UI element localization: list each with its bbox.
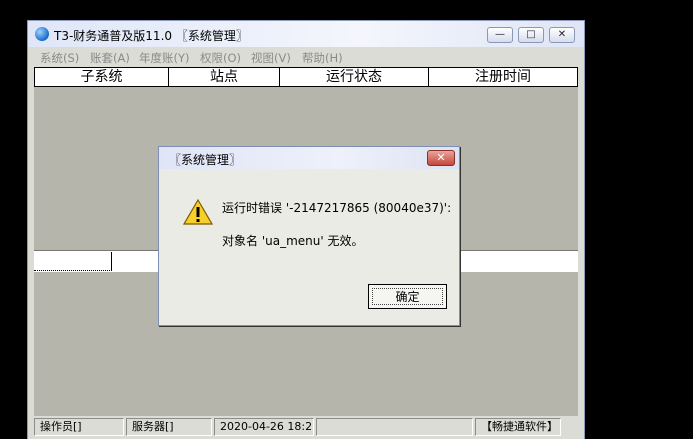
col-subsystem[interactable]: 子系统 — [35, 68, 169, 86]
menu-view[interactable]: 视图(V) — [251, 50, 291, 66]
col-run-status[interactable]: 运行状态 — [280, 68, 429, 86]
menu-help[interactable]: 帮助(H) — [302, 50, 343, 66]
menu-permission[interactable]: 权限(O) — [200, 50, 241, 66]
status-brand: 【畅捷通软件】 — [475, 418, 561, 436]
menu-year-account[interactable]: 年度账(Y) — [139, 50, 190, 66]
menu-bar: 系统(S) 账套(A) 年度账(Y) 权限(O) 视图(V) 帮助(H) — [28, 48, 584, 66]
task-col-2[interactable] — [112, 252, 162, 271]
warning-icon — [183, 199, 213, 225]
col-site[interactable]: 站点 — [169, 68, 280, 86]
error-message-line1: 运行时错误 '-2147217865 (80040e37)': — [222, 201, 452, 215]
dialog-title-bar[interactable]: 〖系统管理〗 ✕ — [159, 147, 459, 169]
status-empty — [316, 418, 473, 436]
error-message-line2: 对象名 'ua_menu' 无效。 — [222, 234, 364, 248]
menu-account-set[interactable]: 账套(A) — [90, 50, 130, 66]
app-icon — [35, 27, 49, 41]
ok-button[interactable]: 确定 — [368, 284, 447, 309]
window-title: T3-财务通普及版11.0 〖系统管理〗 — [54, 29, 248, 43]
menu-system[interactable]: 系统(S) — [40, 50, 79, 66]
ok-button-label: 确定 — [372, 288, 443, 305]
col-register-time[interactable]: 注册时间 — [429, 68, 577, 86]
maximize-button[interactable]: □ — [518, 27, 544, 43]
close-button[interactable]: ✕ — [549, 27, 575, 43]
status-bar: 操作员[] 服务器[] 2020-04-26 18:27 【畅捷通软件】 — [28, 416, 584, 439]
error-dialog: 〖系统管理〗 ✕ 运行时错误 '-2147217865 (80040e37)':… — [158, 146, 460, 326]
title-bar[interactable]: T3-财务通普及版11.0 〖系统管理〗 — □ ✕ — [28, 21, 584, 47]
minimize-button[interactable]: — — [487, 27, 513, 43]
status-operator: 操作员[] — [34, 418, 124, 436]
dialog-close-button[interactable]: ✕ — [427, 150, 455, 166]
dialog-title: 〖系统管理〗 — [169, 153, 242, 167]
task-col-1[interactable] — [34, 252, 112, 271]
status-server: 服务器[] — [126, 418, 212, 436]
status-datetime: 2020-04-26 18:27 — [214, 418, 314, 436]
subsystem-grid-header: 子系统 站点 运行状态 注册时间 — [34, 67, 578, 87]
